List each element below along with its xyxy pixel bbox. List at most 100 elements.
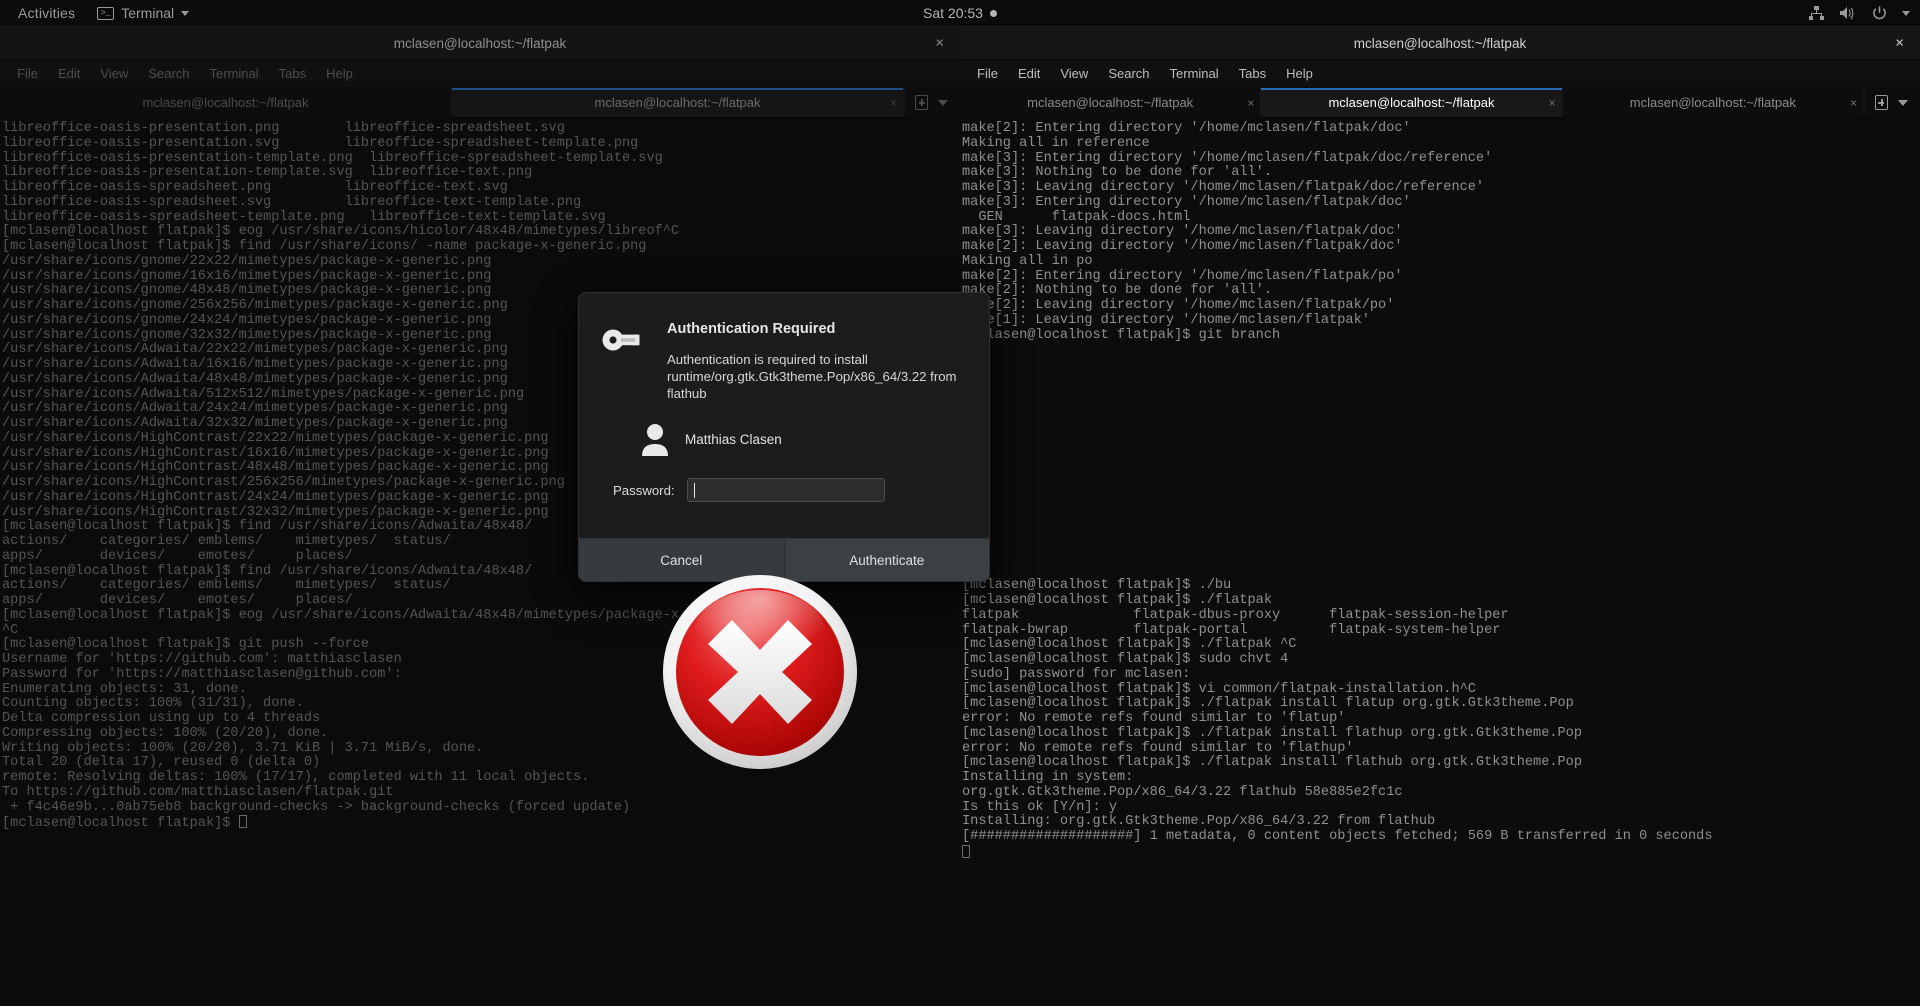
tab-label: mclasen@localhost:~/flatpak <box>594 95 761 110</box>
terminal-line: /usr/share/icons/gnome/16x16/mimetypes/p… <box>2 268 492 284</box>
terminal-window-right[interactable]: mclasen@localhost:~/flatpak × File Edit … <box>960 27 1920 1006</box>
terminal-line: [sudo] password for mclasen: <box>962 666 1191 682</box>
menu-item-view[interactable]: View <box>1051 63 1097 84</box>
clock-button[interactable]: Sat 20:53 <box>0 5 1920 21</box>
cancel-button[interactable]: Cancel <box>579 539 785 581</box>
terminal-line: apps/ devices/ emotes/ places/ <box>2 593 353 608</box>
chevron-down-icon <box>1902 10 1910 16</box>
close-icon[interactable]: × <box>1895 36 1904 51</box>
terminal-line: make[2]: Leaving directory '/home/mclase… <box>962 298 1395 313</box>
svg-text:x: x <box>1850 16 1853 21</box>
text-cursor-icon <box>693 483 696 498</box>
key-icon <box>601 319 649 402</box>
menu-item-help[interactable]: Help <box>1277 63 1322 84</box>
terminal-line: flatpak flatpak-dbus-proxy flatpak-sessi… <box>962 607 1509 623</box>
terminal-tab[interactable]: mclasen@localhost:~/flatpak × <box>1562 88 1864 117</box>
terminal-line: [mclasen@localhost flatpak]$ ./bu <box>962 578 1232 594</box>
clock-label: Sat 20:53 <box>923 5 983 21</box>
terminal-line: error: No remote refs found similar to '… <box>962 711 1346 726</box>
menubar-left[interactable]: File Edit View Search Terminal Tabs Help <box>0 60 960 88</box>
authentication-dialog[interactable]: Authentication Required Authentication i… <box>578 292 990 582</box>
terminal-line: remote: Resolving deltas: 100% (17/17), … <box>2 770 590 785</box>
terminal-line: Installing in system: <box>962 770 1134 785</box>
tab-close-icon[interactable]: × <box>1549 96 1556 110</box>
app-menu-button[interactable]: >_ Terminal <box>89 5 197 21</box>
terminal-line: make[3]: Leaving directory '/home/mclase… <box>962 180 1485 195</box>
terminal-output-right[interactable]: make[2]: Entering directory '/home/mclas… <box>960 118 1920 1006</box>
menu-item-view[interactable]: View <box>91 63 137 84</box>
terminal-line: Username for 'https://github.com': matth… <box>2 652 402 667</box>
window-titlebar-right[interactable]: mclasen@localhost:~/flatpak × <box>960 27 1920 60</box>
terminal-line: libreoffice-oasis-presentation-template.… <box>2 150 663 166</box>
authenticate-button[interactable]: Authenticate <box>784 539 989 581</box>
tabbar-right[interactable]: mclasen@localhost:~/flatpak × mclasen@lo… <box>960 88 1920 118</box>
tab-close-icon[interactable]: × <box>890 96 897 110</box>
terminal-tab[interactable]: mclasen@localhost:~/flatpak × <box>452 88 904 117</box>
menu-item-edit[interactable]: Edit <box>1009 63 1049 84</box>
new-tab-icon[interactable] <box>915 95 928 110</box>
tab-close-icon[interactable]: × <box>1850 96 1857 110</box>
terminal-line: [mclasen@localhost flatpak]$ git push --… <box>2 637 370 653</box>
auth-dialog-content: Authentication Required Authentication i… <box>579 293 989 538</box>
menu-item-search[interactable]: Search <box>1099 63 1158 84</box>
menu-item-terminal[interactable]: Terminal <box>201 63 268 84</box>
terminal-line: [mclasen@localhost flatpak]$ eog /usr/sh… <box>2 224 680 240</box>
terminal-line: [mclasen@localhost flatpak]$ find /usr/s… <box>2 239 647 254</box>
tabbar-buttons-right[interactable] <box>1863 88 1920 117</box>
tab-close-icon[interactable]: × <box>1247 96 1254 110</box>
terminal-line: libreoffice-oasis-presentation-template.… <box>2 165 533 181</box>
terminal-line: libreoffice-oasis-presentation.svg libre… <box>2 135 639 151</box>
terminal-line: make[3]: Nothing to be done for 'all'. <box>962 165 1272 181</box>
auth-user-row: Matthias Clasen <box>639 422 967 456</box>
chevron-down-icon <box>181 10 190 16</box>
terminal-line: + f4c46e9b...0ab75eb8 background-checks … <box>2 799 631 815</box>
window-titlebar-left[interactable]: mclasen@localhost:~/flatpak × <box>0 27 960 60</box>
menu-item-file[interactable]: File <box>968 63 1007 84</box>
close-icon[interactable]: × <box>935 36 944 51</box>
terminal-tab[interactable]: mclasen@localhost:~/flatpak × <box>960 88 1262 117</box>
new-tab-icon[interactable] <box>1874 95 1888 110</box>
auth-password-row: Password: <box>613 478 967 502</box>
terminal-line: Making all in po <box>962 253 1093 269</box>
menu-item-edit[interactable]: Edit <box>49 63 89 84</box>
terminal-line: Total 20 (delta 17), reused 0 (delta 0) <box>2 755 321 771</box>
tab-label: mclasen@localhost:~/flatpak <box>1629 95 1796 110</box>
terminal-line: Password for 'https://matthiasclasen@git… <box>2 666 402 682</box>
menu-item-file[interactable]: File <box>8 63 47 84</box>
activities-button[interactable]: Activities <box>0 0 89 27</box>
system-status-area[interactable]: x <box>1808 5 1910 22</box>
user-avatar-icon <box>639 422 671 456</box>
chevron-down-icon[interactable] <box>1897 99 1908 106</box>
chevron-down-icon[interactable] <box>938 99 948 106</box>
terminal-line: Compressing objects: 100% (20/20), done. <box>2 725 329 741</box>
terminal-tab[interactable]: mclasen@localhost:~/flatpak <box>0 88 452 117</box>
menu-item-help[interactable]: Help <box>317 63 362 84</box>
terminal-line: [mclasen@localhost flatpak]$ eog /usr/sh… <box>2 607 745 623</box>
menu-item-tabs[interactable]: Tabs <box>270 63 315 84</box>
tabbar-buttons-left[interactable] <box>904 88 960 117</box>
menubar-right[interactable]: File Edit View Search Terminal Tabs Help <box>960 60 1920 88</box>
terminal-line: [mclasen@localhost flatpak]$ ./flatpak <box>962 593 1272 608</box>
power-icon <box>1871 5 1888 22</box>
auth-dialog-buttons: Cancel Authenticate <box>579 538 989 581</box>
menu-item-terminal[interactable]: Terminal <box>1161 63 1228 84</box>
terminal-line: make[3]: Entering directory '/home/mclas… <box>962 150 1493 166</box>
password-input[interactable] <box>686 478 885 502</box>
desktop-area: mclasen@localhost:~/flatpak × File Edit … <box>0 27 1920 1006</box>
terminal-tab[interactable]: mclasen@localhost:~/flatpak × <box>1261 88 1563 117</box>
tabbar-left[interactable]: mclasen@localhost:~/flatpak mclasen@loca… <box>0 88 960 118</box>
terminal-line: [mclasen@localhost flatpak]$ <box>2 815 960 831</box>
menu-item-search[interactable]: Search <box>139 63 198 84</box>
menu-item-tabs[interactable]: Tabs <box>1230 63 1275 84</box>
terminal-line: [mclasen@localhost flatpak]$ git branch <box>962 327 1281 343</box>
terminal-line: make[2]: Nothing to be done for 'all'. <box>962 283 1272 299</box>
auth-dialog-title: Authentication Required <box>667 321 836 337</box>
